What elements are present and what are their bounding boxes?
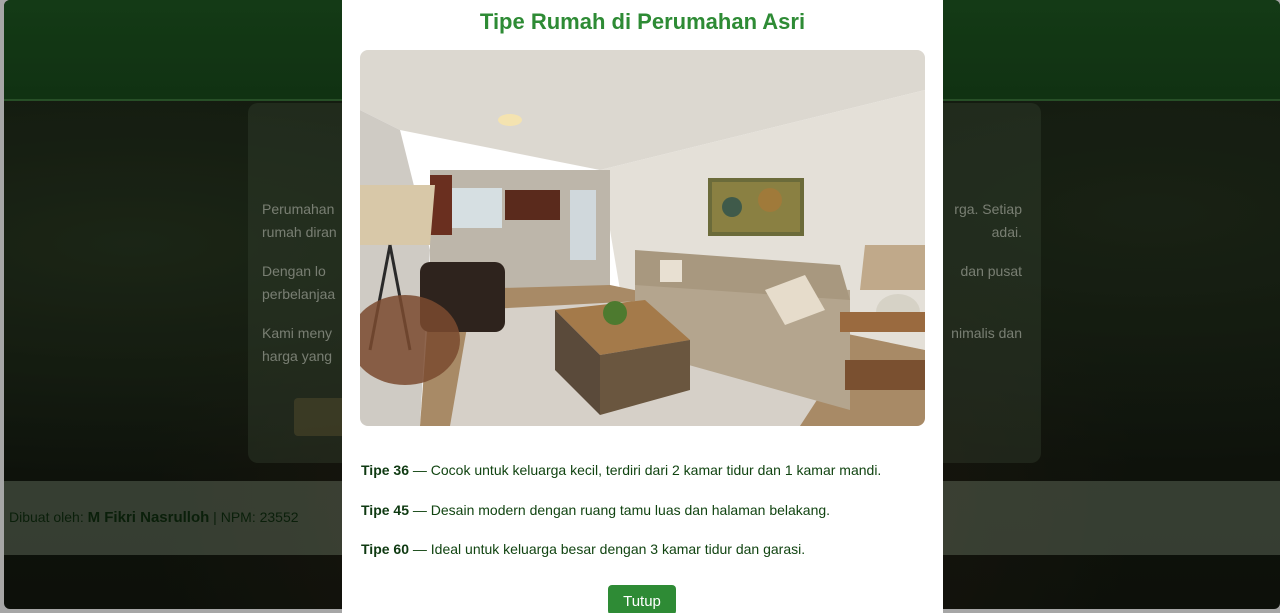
house-type-item: Tipe 45 — Desain modern dengan ruang tam… [361,502,830,518]
house-type-name: Tipe 45 [361,502,409,518]
living-room-photo [360,50,925,426]
house-type-description: — Ideal untuk keluarga besar dengan 3 ka… [409,541,806,557]
close-button[interactable]: Tutup [608,585,676,613]
house-type-item: Tipe 60 — Ideal untuk keluarga besar den… [361,541,805,557]
house-type-description: — Desain modern dengan ruang tamu luas d… [409,502,831,518]
house-type-description: — Cocok untuk keluarga kecil, terdiri da… [409,462,882,478]
house-types-modal: Tipe Rumah di Perumahan Asri Tipe 36 — C… [342,0,943,613]
house-type-name: Tipe 60 [361,541,409,557]
house-type-item: Tipe 36 — Cocok untuk keluarga kecil, te… [361,462,881,478]
house-type-name: Tipe 36 [361,462,409,478]
modal-title: Tipe Rumah di Perumahan Asri [479,9,806,34]
